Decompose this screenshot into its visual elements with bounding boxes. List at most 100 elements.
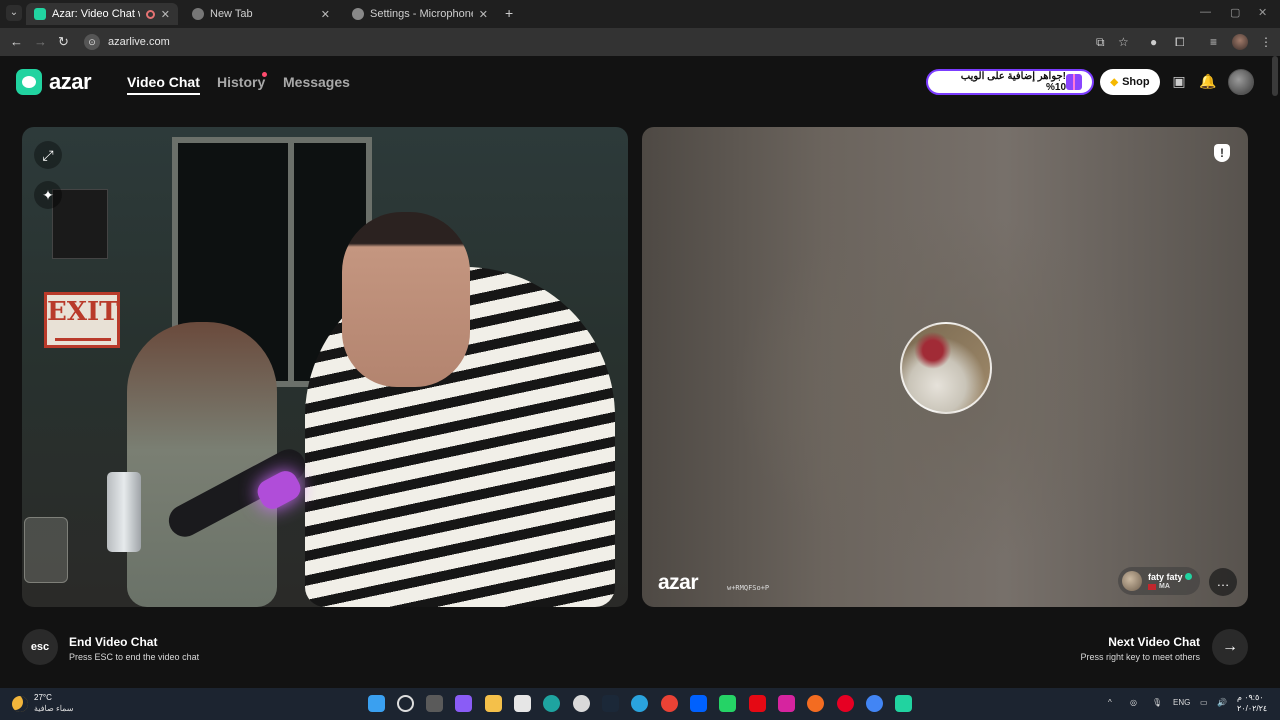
- verified-icon: [1184, 573, 1192, 580]
- nav-history[interactable]: History: [217, 74, 265, 90]
- scrollbar[interactable]: [1272, 56, 1278, 96]
- chrome-icon[interactable]: [661, 695, 678, 712]
- chatgpt-icon[interactable]: [573, 695, 590, 712]
- minimize-icon[interactable]: —: [1200, 6, 1211, 18]
- address-bar[interactable]: ⊙ azarlive.com: [80, 31, 1140, 53]
- tab-title: Settings - Microphone: [370, 8, 473, 20]
- promo-text: !جواهر إضافية على الويب 10%: [960, 71, 1067, 93]
- next-video-chat-title: Next Video Chat: [1108, 635, 1200, 649]
- language-indicator[interactable]: ENG: [1173, 698, 1190, 707]
- bookmark-star-icon[interactable]: ☆: [1118, 35, 1129, 49]
- site-info-icon[interactable]: ⊙: [84, 34, 100, 50]
- network-icon[interactable]: ▭: [1200, 698, 1208, 707]
- edge-icon[interactable]: [543, 695, 560, 712]
- promo-banner[interactable]: !جواهر إضافية على الويب 10%: [926, 69, 1094, 95]
- back-arrow-icon[interactable]: ←: [10, 34, 23, 49]
- instagram-icon[interactable]: [778, 695, 795, 712]
- store-icon[interactable]: [514, 695, 531, 712]
- magic-wand-icon[interactable]: ✦: [34, 181, 62, 209]
- drink-can: [107, 472, 141, 552]
- app-orange-icon[interactable]: [807, 695, 824, 712]
- tray-chevron-icon[interactable]: ^: [1108, 698, 1112, 707]
- inbox-icon[interactable]: ▣: [1170, 72, 1188, 90]
- pinterest-icon[interactable]: [837, 695, 854, 712]
- azar-app: azar Video Chat History Messages !جواهر …: [0, 56, 1280, 688]
- glass: [24, 517, 68, 583]
- local-video: EXIT ⤢ ✦: [22, 127, 628, 607]
- url-text: azarlive.com: [108, 36, 170, 48]
- maximize-icon[interactable]: ▢: [1230, 6, 1240, 19]
- windows-start-icon[interactable]: [368, 695, 385, 712]
- microphone-icon[interactable]: 🎙: [1152, 698, 1162, 707]
- telegram-icon[interactable]: [631, 695, 648, 712]
- close-tab-icon[interactable]: ✕: [479, 8, 488, 21]
- forward-arrow-icon[interactable]: →: [34, 34, 47, 49]
- reload-icon[interactable]: ↻: [58, 34, 69, 50]
- chat-bubble-icon[interactable]: …: [1209, 568, 1237, 596]
- remote-user-name: faty faty: [1148, 572, 1183, 582]
- next-video-chat-hint: Press right key to meet others: [1080, 652, 1200, 662]
- esc-button[interactable]: esc: [22, 629, 58, 665]
- remote-user-name-row: faty faty: [1148, 572, 1192, 583]
- volume-icon[interactable]: 🔊: [1217, 698, 1227, 707]
- chrome-active-icon[interactable]: [866, 695, 883, 712]
- azar-logo[interactable]: azar: [16, 69, 92, 95]
- menu-kebab-icon[interactable]: ⋮: [1260, 35, 1272, 49]
- new-tab-button[interactable]: +: [505, 5, 513, 21]
- user-avatar[interactable]: [1228, 69, 1254, 95]
- netflix-icon[interactable]: [749, 695, 766, 712]
- weather-description: سماء صافية: [34, 704, 74, 713]
- extension-circle-icon[interactable]: ●: [1150, 35, 1157, 49]
- task-view-icon[interactable]: [426, 695, 443, 712]
- copilot-icon[interactable]: [455, 695, 472, 712]
- whatsapp-icon[interactable]: [719, 695, 736, 712]
- remote-user-chip[interactable]: faty faty MA: [1118, 567, 1200, 595]
- logo-text: azar: [49, 69, 92, 94]
- clock-time[interactable]: ٠٩:٥٠ م: [1237, 693, 1264, 702]
- next-arrow-button[interactable]: →: [1212, 629, 1248, 665]
- dropbox-icon[interactable]: [690, 695, 707, 712]
- notification-dot: [262, 72, 267, 77]
- exit-sign-text: EXIT: [47, 297, 119, 327]
- tab-settings[interactable]: Settings - Microphone ✕: [344, 3, 496, 25]
- gem-icon: ◆: [1110, 76, 1119, 88]
- gift-icon: [1066, 74, 1082, 90]
- end-video-chat-title: End Video Chat: [69, 635, 158, 649]
- nav-video-chat[interactable]: Video Chat: [127, 74, 200, 95]
- expand-icon[interactable]: ⤢: [34, 141, 62, 169]
- install-app-icon[interactable]: ⧉: [1096, 35, 1105, 50]
- moon-icon[interactable]: [12, 696, 28, 712]
- azar-logo-icon: [16, 69, 42, 95]
- tab-search-icon[interactable]: ⌄: [6, 5, 22, 21]
- morocco-flag-icon: [1148, 583, 1156, 590]
- media-controls-icon[interactable]: ≡: [1210, 35, 1217, 49]
- azar-app-icon[interactable]: [895, 695, 912, 712]
- close-tab-icon[interactable]: ✕: [161, 8, 170, 21]
- clock-date[interactable]: ٢٠/٠٢/٢٤: [1237, 704, 1267, 713]
- close-tab-icon[interactable]: ✕: [321, 8, 330, 21]
- tab-title: Azar: Video Chat with New: [52, 8, 140, 20]
- browser-toolbar: ← → ↻ ⊙ azarlive.com ⧉ ☆ ● ⧠ ≡ ⋮: [0, 28, 1280, 56]
- close-window-icon[interactable]: ✕: [1258, 6, 1267, 19]
- search-icon[interactable]: [397, 695, 414, 712]
- extensions-puzzle-icon[interactable]: ⧠: [1175, 35, 1185, 50]
- watermark-id: w+RMQFSo+P: [727, 584, 770, 592]
- shop-label: Shop: [1122, 76, 1150, 88]
- tray-app-icon[interactable]: ◎: [1130, 698, 1137, 707]
- shop-button[interactable]: ◆ Shop: [1100, 69, 1160, 95]
- report-shield-icon[interactable]: !: [1214, 144, 1230, 162]
- file-explorer-icon[interactable]: [485, 695, 502, 712]
- globe-icon: [192, 8, 204, 20]
- browser-profile-avatar[interactable]: [1232, 34, 1248, 50]
- remote-user-country: MA: [1148, 583, 1192, 590]
- tab-new-tab[interactable]: New Tab ✕: [184, 3, 338, 25]
- person-head: [342, 212, 470, 387]
- gear-icon: [352, 8, 364, 20]
- tab-azar[interactable]: Azar: Video Chat with New ✕: [26, 3, 178, 25]
- steam-icon[interactable]: [602, 695, 619, 712]
- bell-icon[interactable]: 🔔: [1199, 72, 1217, 90]
- weather-temperature: 27°C: [34, 693, 52, 702]
- browser-tabstrip: ⌄ Azar: Video Chat with New ✕ New Tab ✕ …: [0, 0, 1280, 28]
- nav-messages[interactable]: Messages: [283, 74, 350, 90]
- tab-title: New Tab: [210, 8, 253, 20]
